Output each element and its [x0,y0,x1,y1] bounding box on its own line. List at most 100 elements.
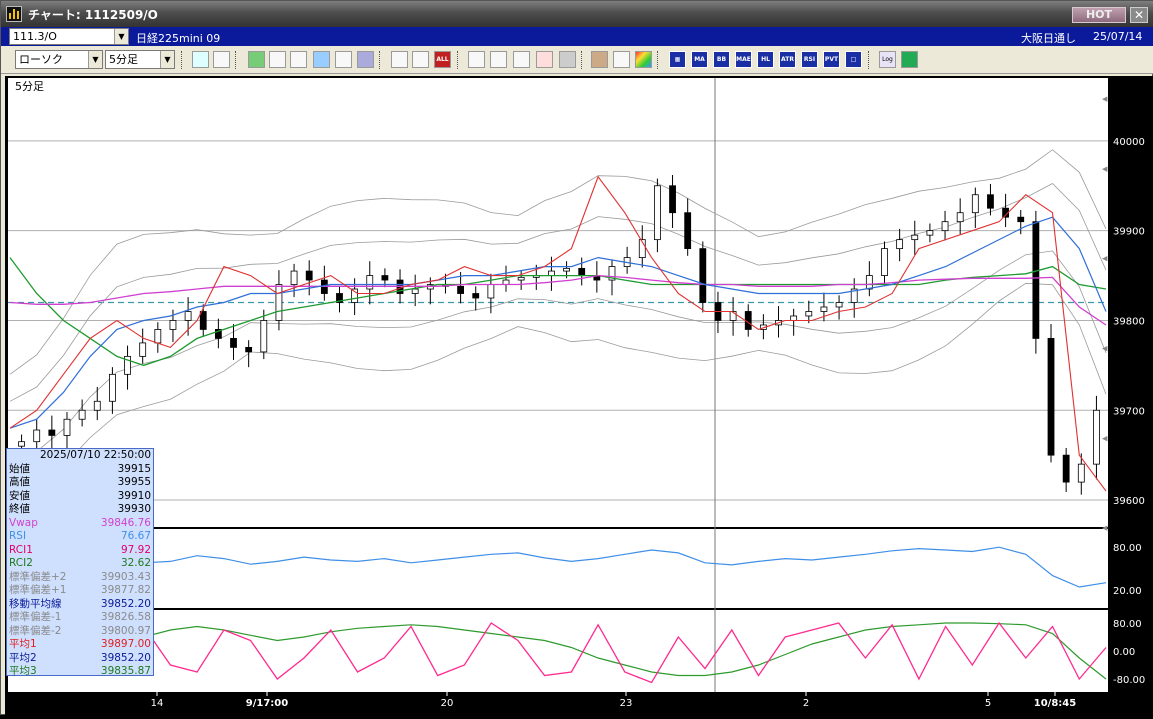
disabled-tool-icon [559,51,576,68]
data-row: 標準偏差-2 39800.97 [7,625,153,639]
data-row: 標準偏差+2 39903.43 [7,571,153,585]
toolbar-separator [379,51,381,69]
download-icon[interactable] [468,51,485,68]
chevron-down-icon[interactable]: ▼ [88,51,102,68]
x-tick-label: 5 [985,698,991,709]
grid-icon[interactable]: ▦ [669,51,686,68]
bb-button[interactable]: BB [713,51,730,68]
mae-button[interactable]: MAE [735,51,752,68]
log-button[interactable]: Log [879,51,896,68]
candle-body [139,342,147,357]
candle-add-icon[interactable] [391,51,408,68]
symbol-select[interactable]: 111.3/O ▼ [9,28,129,45]
data-timestamp: 2025/07/10 22:50:00 [39,449,151,461]
candle-body [245,346,253,353]
pattern-icon[interactable] [591,51,608,68]
candle-body [109,373,116,402]
candle-remove-icon[interactable] [412,51,429,68]
price-tick-label: 39800 [1113,316,1145,327]
hot-button[interactable]: HOT [1072,7,1126,23]
rsi-pane[interactable] [8,529,1108,608]
window-frame-icon[interactable]: □ [845,51,862,68]
candle-body [517,276,525,281]
data-row-label: RCI1 [9,543,33,556]
candle-body [305,270,313,281]
chart-type-select[interactable]: ローソク ▼ [15,50,103,69]
data-row-label: RCI2 [9,557,33,569]
price-tick-label: 40000 [1113,137,1145,148]
data-row-label: 始値 [9,462,30,475]
rsi-tick-label: 80.00 [1113,543,1142,554]
data-row: RCI1 97.92 [7,544,153,558]
candle-body [184,311,192,321]
data-row-value: 39877.82 [100,584,151,596]
candle-body [1032,221,1040,339]
candle-body [1017,216,1025,223]
chart-area[interactable]: 5分足 40000 ◀ 39900 ◀ 39800 ◀ 39700 ◀ 39600 ◀ ◀ 80.00… [5,76,1153,716]
info-bar: 111.3/O ▼ 日経225mini 09 大阪日通し 25/07/14 [1,27,1153,46]
scroll-arrow-icon: ◀ [1102,434,1108,442]
data-row-value: 39930 [117,503,151,515]
interval-select[interactable]: 5分足 ▼ [105,50,175,69]
note-icon[interactable] [335,51,352,68]
x-tick-label: 14 [151,698,164,709]
pvt-button[interactable]: PVT [823,51,840,68]
data-row-label: 標準偏差+1 [9,584,67,596]
candle-body [941,221,949,232]
rsi-button[interactable]: RSI [801,51,818,68]
zoom-icon[interactable] [192,51,209,68]
scroll-arrow-icon: ◀ [1102,95,1108,103]
cursor-icon[interactable] [290,51,307,68]
compare-icon[interactable] [536,51,553,68]
window-icon[interactable] [213,51,230,68]
data-row-value: 39897.00 [100,638,151,650]
candle-body [457,285,464,294]
data-row: RSI 76.67 [7,530,153,544]
rci-pane[interactable] [8,610,1108,692]
candle-body [154,329,162,344]
candle-body [926,230,934,236]
data-row-label: 標準偏差+2 [9,570,67,583]
close-button[interactable]: ✕ [1130,7,1148,23]
data-row: 移動平均線 39852.20 [7,598,153,612]
candle-body [805,311,813,317]
candle-body [78,409,86,420]
scroll-arrow-icon: ◀ [1102,524,1108,532]
data-row-label: RSI [9,530,27,542]
data-row: 安値 39910 [7,490,153,504]
draw-line-icon[interactable] [248,51,265,68]
ma-button[interactable]: MA [691,51,708,68]
toolbar-separator [457,51,459,69]
all-button[interactable]: ALL [434,51,451,68]
scroll-arrow-icon: ◀ [1102,255,1108,263]
candle-body [956,212,964,223]
data-row-value: 76.67 [120,530,151,542]
candle-body [911,234,919,241]
data-row-label: 平均3 [9,665,37,677]
data-row: 高値 39955 [7,476,153,490]
trendline-icon[interactable] [269,51,286,68]
hl-button[interactable]: HL [757,51,774,68]
color-palette-icon[interactable] [635,51,652,68]
data-row-value: 39846.76 [100,516,151,529]
trash-icon[interactable] [357,51,374,68]
export-icon[interactable] [901,51,918,68]
data-row-value: 39826.58 [100,611,151,623]
x-tick-label: 20 [441,698,454,709]
bar-chart-icon[interactable] [513,51,530,68]
candle-body [63,418,71,436]
wrench-icon[interactable] [613,51,630,68]
atr-button[interactable]: ATR [779,51,796,68]
arrow-tool-icon[interactable] [313,51,330,68]
data-row: 平均2 39852.20 [7,652,153,666]
chart-canvas[interactable]: 5分足 40000 ◀ 39900 ◀ 39800 ◀ 39700 ◀ 39600 ◀ ◀ 80.00… [5,76,1153,716]
data-row-label: 標準偏差-2 [9,624,62,637]
data-row: 始値 39915 [7,463,153,477]
chevron-down-icon[interactable]: ▼ [160,51,174,68]
search-chart-icon[interactable] [490,51,507,68]
data-row-label: 標準偏差-1 [9,611,62,623]
chevron-down-icon[interactable]: ▼ [114,29,128,44]
candle-body [684,212,692,250]
candle-body [548,270,555,276]
data-row-value: 39852.20 [100,651,151,664]
